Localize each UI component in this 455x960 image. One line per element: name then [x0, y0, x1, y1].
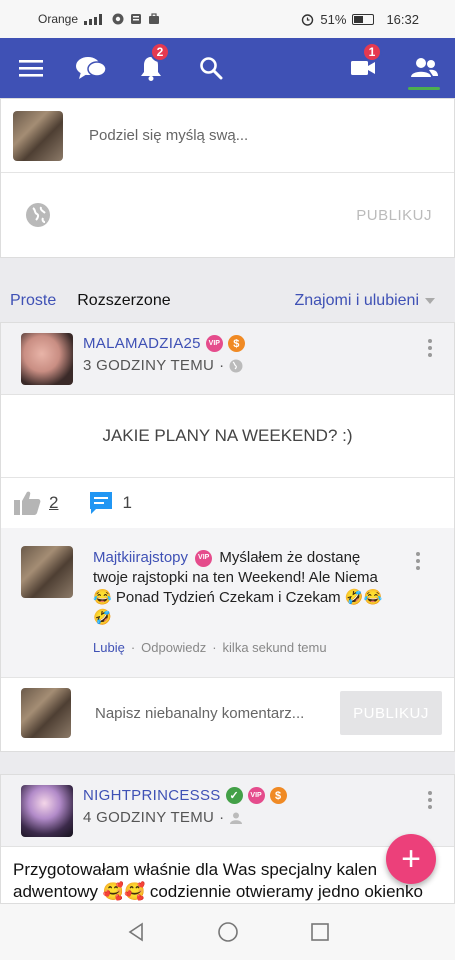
- video-icon[interactable]: 1: [346, 38, 382, 98]
- comment-icon[interactable]: [88, 490, 114, 516]
- commenter-avatar[interactable]: [21, 546, 73, 598]
- comment-content: Majtkiirajstopy VIP Myślałem że dostanę …: [93, 548, 393, 628]
- briefcase-icon: [149, 13, 160, 24]
- post-menu-icon[interactable]: [428, 339, 432, 357]
- comment-reply-link[interactable]: Odpowiedz: [141, 640, 206, 655]
- comment-actions: Lubię · Odpowiedz · kilka sekund temu: [93, 640, 327, 655]
- tab-simple[interactable]: Proste: [10, 292, 56, 310]
- status-right: 51% 16:32: [301, 12, 419, 27]
- comment: Majtkiirajstopy VIP Myślałem że dostanę …: [1, 528, 454, 678]
- separator-dot: ·: [219, 809, 225, 826]
- system-nav-bar: [0, 904, 455, 960]
- feed-post: MALAMADZIA25 VIP $ 3 GODZINY TEMU · JAKI…: [0, 322, 455, 752]
- vip-badge: VIP: [205, 335, 223, 352]
- separator-dot: ·: [219, 357, 225, 374]
- post-meta: MALAMADZIA25 VIP $ 3 GODZINY TEMU ·: [83, 333, 245, 374]
- vip-badge: VIP: [247, 787, 265, 804]
- top-navbar: 2 1: [0, 38, 455, 98]
- post-time-row: 4 GODZINY TEMU ·: [83, 809, 287, 826]
- clock: 16:32: [386, 11, 419, 27]
- back-icon[interactable]: [126, 922, 146, 942]
- user-avatar: [21, 688, 71, 738]
- search-icon[interactable]: [194, 38, 228, 98]
- verified-badge: ✓: [225, 787, 243, 804]
- dropdown-label: Znajomi i ulubieni: [294, 292, 419, 309]
- post-menu-icon[interactable]: [428, 791, 432, 809]
- chat-icon[interactable]: [74, 38, 108, 98]
- menu-icon[interactable]: [14, 38, 48, 98]
- carrier-label: Orange: [38, 12, 79, 26]
- feed-post: NIGHTPRINCESSS ✓ VIP $ 4 GODZINY TEMU · …: [0, 774, 455, 904]
- active-tab-indicator: [408, 87, 440, 90]
- comments-count[interactable]: 1: [122, 493, 131, 513]
- reactions-bar: 2 1: [1, 478, 454, 528]
- dollar-badge: $: [269, 787, 287, 804]
- tab-extended[interactable]: Rozszerzone: [77, 292, 170, 310]
- alarm-icon: [302, 13, 314, 26]
- dollar-badge: $: [227, 335, 245, 352]
- post-username[interactable]: MALAMADZIA25: [83, 335, 201, 352]
- friends-filter-dropdown[interactable]: Znajomi i ulubieni: [294, 292, 445, 310]
- thumbs-up-icon[interactable]: [13, 490, 41, 516]
- post-body: JAKIE PLANY NA WEEKEND? :): [1, 395, 454, 478]
- news-icon: [131, 14, 142, 24]
- notifications-badge: 2: [150, 42, 170, 62]
- signal-icon: [84, 14, 103, 25]
- caret-down-icon: [425, 298, 435, 304]
- publish-button[interactable]: PUBLIKUJ: [356, 207, 432, 224]
- comment-time: kilka sekund temu: [222, 640, 327, 655]
- person-icon: [230, 812, 243, 824]
- battery-level: [354, 15, 364, 23]
- post-header: MALAMADZIA25 VIP $ 3 GODZINY TEMU ·: [1, 323, 454, 395]
- status-bar: Orange 51% 16:32: [0, 0, 455, 38]
- video-badge: 1: [362, 42, 382, 62]
- home-icon[interactable]: [217, 921, 239, 943]
- chrome-icon: [112, 13, 124, 25]
- comment-menu-icon[interactable]: [416, 552, 420, 570]
- feed-filter-bar: Proste Rozszerzone Znajomi i ulubieni: [0, 286, 455, 316]
- globe-icon: [229, 359, 243, 372]
- reply-publish-button[interactable]: PUBLIKUJ: [340, 691, 442, 735]
- post-text-line: adwentowy 🥰🥰 codziennie otwieramy jedno …: [13, 882, 423, 901]
- username-row: NIGHTPRINCESSS ✓ VIP $: [83, 787, 287, 804]
- globe-icon[interactable]: [25, 202, 51, 228]
- username-row: MALAMADZIA25 VIP $: [83, 335, 245, 352]
- comment-like-link[interactable]: Lubię: [93, 640, 125, 655]
- reply-composer: Napisz niebanalny komentarz... PUBLIKUJ: [1, 678, 454, 748]
- post-meta: NIGHTPRINCESSS ✓ VIP $ 4 GODZINY TEMU ·: [83, 785, 287, 826]
- reply-input[interactable]: Napisz niebanalny komentarz...: [95, 705, 340, 722]
- composer-input-row[interactable]: Podziel się myślą swą...: [1, 99, 454, 173]
- post-composer: Podziel się myślą swą... PUBLIKUJ: [0, 98, 455, 258]
- post-time: 3 GODZINY TEMU: [83, 357, 215, 374]
- composer-placeholder[interactable]: Podziel się myślą swą...: [89, 127, 248, 144]
- post-time: 4 GODZINY TEMU: [83, 809, 215, 826]
- vip-badge: VIP: [195, 549, 213, 567]
- post-username[interactable]: NIGHTPRINCESSS: [83, 787, 221, 804]
- recents-icon[interactable]: [310, 922, 330, 942]
- add-post-fab[interactable]: +: [386, 834, 436, 884]
- notifications-icon[interactable]: 2: [134, 38, 170, 98]
- battery-icon: [352, 13, 375, 25]
- status-left: Orange: [38, 12, 160, 26]
- avatar[interactable]: [21, 785, 73, 837]
- post-text-line: Przygotowałam właśnie dla Was specjalny …: [13, 860, 378, 879]
- likes-count[interactable]: 2: [49, 493, 58, 513]
- composer-actions: PUBLIKUJ: [1, 173, 454, 257]
- avatar[interactable]: [21, 333, 73, 385]
- user-avatar: [13, 110, 63, 161]
- post-time-row: 3 GODZINY TEMU ·: [83, 357, 245, 374]
- battery-percent: 51%: [320, 11, 347, 27]
- post-header: NIGHTPRINCESSS ✓ VIP $ 4 GODZINY TEMU ·: [1, 775, 454, 847]
- comment-author[interactable]: Majtkiirajstopy: [93, 549, 188, 566]
